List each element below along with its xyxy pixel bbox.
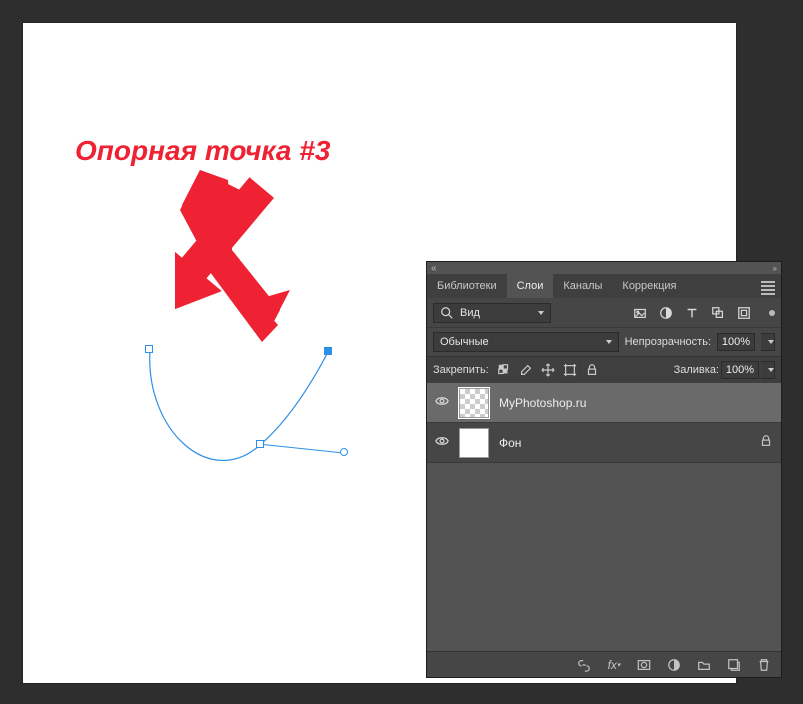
blend-opacity-row: Обычные Непрозрачность: 100% bbox=[427, 327, 781, 356]
layer-filter-label: Вид bbox=[460, 307, 480, 319]
annotation-text: Опорная точка #3 bbox=[75, 135, 330, 167]
layer-name[interactable]: MyPhotoshop.ru bbox=[499, 396, 586, 410]
lock-label: Закрепить: bbox=[433, 364, 489, 376]
search-icon bbox=[440, 306, 454, 320]
lock-transparency-icon[interactable] bbox=[497, 363, 511, 377]
anchor-point-3-selected[interactable] bbox=[324, 347, 332, 355]
add-mask-icon[interactable] bbox=[637, 658, 651, 672]
panel-collapse-icon[interactable]: « bbox=[431, 263, 437, 274]
panel-menu-icon[interactable] bbox=[761, 277, 775, 295]
link-layers-icon[interactable] bbox=[577, 658, 591, 672]
lock-icon bbox=[759, 434, 773, 451]
fx-icon[interactable]: fx▾ bbox=[607, 658, 621, 672]
lock-fill-row: Закрепить: Заливка: 100% bbox=[427, 356, 781, 383]
lock-position-icon[interactable] bbox=[541, 363, 555, 377]
delete-layer-icon[interactable] bbox=[757, 658, 771, 672]
fill-dropdown-button[interactable] bbox=[761, 361, 775, 379]
lock-all-icon[interactable] bbox=[585, 363, 599, 377]
blend-mode-dropdown[interactable]: Обычные bbox=[433, 332, 619, 352]
lock-artboard-icon[interactable] bbox=[563, 363, 577, 377]
lock-pixels-icon[interactable] bbox=[519, 363, 533, 377]
layers-list: MyPhotoshop.ru Фон bbox=[427, 383, 781, 517]
filter-smartobj-icon[interactable] bbox=[737, 306, 751, 320]
tab-channels[interactable]: Каналы bbox=[553, 274, 612, 298]
tab-libraries[interactable]: Библиотеки bbox=[427, 274, 507, 298]
panel-titlebar: « » bbox=[427, 262, 781, 274]
panel-tabs: Библиотеки Слои Каналы Коррекция bbox=[427, 274, 781, 298]
visibility-toggle-icon[interactable] bbox=[435, 434, 449, 451]
filter-adjust-icon[interactable] bbox=[659, 306, 673, 320]
fill-adjustment-icon[interactable] bbox=[667, 658, 681, 672]
pen-path[interactable] bbox=[140, 340, 360, 490]
layer-name[interactable]: Фон bbox=[499, 436, 521, 450]
layer-row[interactable]: MyPhotoshop.ru bbox=[427, 383, 781, 423]
layer-thumbnail[interactable] bbox=[459, 388, 489, 418]
fill-input[interactable]: 100% bbox=[721, 361, 759, 379]
opacity-dropdown-button[interactable] bbox=[761, 333, 775, 351]
panel-footer: fx▾ bbox=[427, 651, 781, 677]
direction-handle-endpoint[interactable] bbox=[340, 448, 348, 456]
panel-expand-icon[interactable]: » bbox=[773, 264, 777, 273]
layer-filter-row: Вид bbox=[427, 298, 781, 327]
layer-thumbnail[interactable] bbox=[459, 428, 489, 458]
new-layer-icon[interactable] bbox=[727, 658, 741, 672]
layer-filter-dropdown[interactable]: Вид bbox=[433, 303, 551, 323]
tab-adjustments[interactable]: Коррекция bbox=[612, 274, 686, 298]
layers-panel: « » Библиотеки Слои Каналы Коррекция Вид bbox=[426, 261, 782, 678]
layer-row[interactable]: Фон bbox=[427, 423, 781, 463]
opacity-input[interactable]: 100% bbox=[717, 333, 755, 351]
opacity-label: Непрозрачность: bbox=[625, 336, 711, 348]
fill-label: Заливка: bbox=[674, 364, 719, 376]
visibility-toggle-icon[interactable] bbox=[435, 394, 449, 411]
new-group-icon[interactable] bbox=[697, 658, 711, 672]
layers-empty-area bbox=[427, 517, 781, 651]
tab-layers[interactable]: Слои bbox=[507, 274, 554, 298]
filter-type-icon[interactable] bbox=[685, 306, 699, 320]
filter-toggle-icon[interactable] bbox=[769, 310, 775, 316]
filter-shape-icon[interactable] bbox=[711, 306, 725, 320]
blend-mode-value: Обычные bbox=[440, 336, 489, 348]
anchor-point-1[interactable] bbox=[145, 345, 153, 353]
annotation-arrow-overlay bbox=[175, 172, 325, 357]
filter-pixel-icon[interactable] bbox=[633, 306, 647, 320]
